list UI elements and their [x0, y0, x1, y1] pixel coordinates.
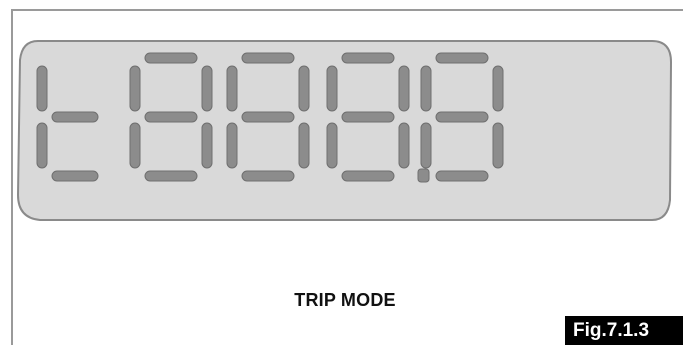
segment-d — [241, 170, 295, 182]
segment-f — [420, 65, 432, 112]
segment-a — [241, 52, 295, 64]
segment-g — [241, 111, 295, 123]
segment-c — [201, 122, 213, 169]
segment-e — [326, 122, 338, 169]
segment-c — [492, 122, 504, 169]
segment-g — [144, 111, 198, 123]
segment-f — [226, 65, 238, 112]
lcd-panel — [16, 40, 673, 221]
figure-label: Fig.7.1.3 — [565, 316, 683, 345]
segment-c — [298, 122, 310, 169]
segment-b — [398, 65, 410, 112]
segment-b — [298, 65, 310, 112]
segment-d — [144, 170, 198, 182]
segment-a — [435, 52, 489, 64]
segment-f — [129, 65, 141, 112]
segment-e — [420, 122, 432, 169]
segment-g — [341, 111, 395, 123]
segment-f — [326, 65, 338, 112]
segment-b — [201, 65, 213, 112]
segment-f — [36, 65, 48, 112]
segment-a — [144, 52, 198, 64]
segment-g — [51, 111, 99, 123]
segment-d — [341, 170, 395, 182]
segment-e — [129, 122, 141, 169]
segment-b — [492, 65, 504, 112]
segment-g — [435, 111, 489, 123]
decimal-point — [417, 168, 430, 183]
segment-c — [398, 122, 410, 169]
segment-d — [51, 170, 99, 182]
segment-a — [341, 52, 395, 64]
segment-e — [226, 122, 238, 169]
segment-d — [435, 170, 489, 182]
mode-caption: TRIP MODE — [294, 290, 396, 310]
segment-e — [36, 122, 48, 169]
